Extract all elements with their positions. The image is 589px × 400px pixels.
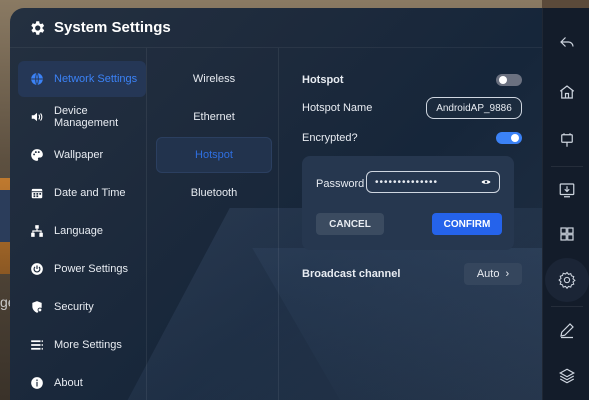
home-button[interactable]: [543, 74, 589, 110]
desktop-background-notch: [542, 0, 589, 8]
back-button[interactable]: [543, 24, 589, 60]
menu-item-security[interactable]: Security: [18, 289, 146, 325]
settings-icon: [557, 271, 576, 289]
menu-item-label: Date and Time: [54, 187, 126, 199]
info-icon: [31, 377, 43, 389]
title-bar: System Settings: [10, 8, 542, 48]
broadcast-channel-label: Broadcast channel: [302, 268, 401, 280]
home-icon: [559, 85, 574, 99]
encrypted-toggle[interactable]: [496, 132, 522, 144]
palette-icon: [31, 149, 43, 161]
hotspot-row: Hotspot: [302, 74, 522, 86]
speaker-icon: [31, 112, 43, 122]
password-value: ••••••••••••••: [375, 176, 439, 188]
menu-item-label: Network Settings: [54, 73, 138, 85]
cancel-button[interactable]: CANCEL: [316, 213, 384, 235]
toolbar-separator: [551, 306, 583, 307]
confirm-button[interactable]: CONFIRM: [432, 213, 502, 235]
settings-button[interactable]: [543, 262, 589, 298]
security-icon: [32, 301, 43, 313]
menu-item-label: Wallpaper: [54, 149, 104, 161]
broadcast-channel-select[interactable]: Auto ›: [464, 263, 522, 285]
settings-window: System Settings Network Settings Device …: [10, 8, 542, 400]
layers-icon: [558, 368, 575, 384]
hotspot-name-row: Hotspot Name AndroidAP_9886: [302, 97, 522, 119]
hotspot-name-label: Hotspot Name: [302, 102, 373, 114]
calendar-icon: [31, 188, 43, 199]
gear-icon: [31, 20, 45, 35]
broadcast-channel-value: Auto: [476, 268, 500, 280]
menu-item-label: About: [54, 377, 83, 389]
settings-menu: Network Settings Device Management Wallp…: [18, 61, 146, 400]
pen-icon: [559, 323, 574, 339]
menu-item-label: Language: [54, 225, 103, 237]
menu-item-device-management[interactable]: Device Management: [18, 99, 146, 135]
tab-wireless[interactable]: Wireless: [156, 61, 272, 97]
window-title: System Settings: [54, 19, 171, 36]
eye-icon[interactable]: [481, 178, 491, 186]
encrypted-label: Encrypted?: [302, 132, 358, 144]
layers-button[interactable]: [543, 358, 589, 394]
apps-button[interactable]: [543, 216, 589, 252]
monitor-icon: [560, 133, 573, 147]
hotspot-name-field[interactable]: AndroidAP_9886: [426, 97, 522, 119]
menu-item-language[interactable]: Language: [18, 213, 146, 249]
toggle-knob: [511, 134, 519, 142]
menu-item-label: More Settings: [54, 339, 122, 351]
menu-item-label: Device Management: [54, 105, 119, 129]
globe-icon: [31, 72, 43, 86]
apps-grid-icon: [559, 227, 574, 241]
tab-bluetooth[interactable]: Bluetooth: [156, 175, 272, 211]
hotspot-heading: Hotspot: [302, 74, 344, 86]
toolbar-separator: [551, 166, 583, 167]
column-divider: [278, 48, 279, 400]
encrypted-row: Encrypted?: [302, 132, 522, 144]
column-divider: [146, 48, 147, 400]
toggle-knob: [499, 76, 507, 84]
chevron-right-icon: ›: [505, 268, 510, 280]
menu-item-wallpaper[interactable]: Wallpaper: [18, 137, 146, 173]
broadcast-channel-row: Broadcast channel Auto ›: [302, 263, 522, 285]
menu-item-more-settings[interactable]: More Settings: [18, 327, 146, 363]
back-icon: [559, 37, 574, 47]
menu-item-label: Power Settings: [54, 263, 128, 275]
menu-item-label: Security: [54, 301, 94, 313]
tab-ethernet[interactable]: Ethernet: [156, 99, 272, 135]
screen-capture-button[interactable]: [543, 172, 589, 208]
list-icon: [31, 339, 43, 351]
monitor-button[interactable]: [543, 122, 589, 158]
network-submenu: Wireless Ethernet Hotspot Bluetooth: [156, 61, 272, 213]
power-icon: [31, 263, 43, 275]
hotspot-toggle[interactable]: [496, 74, 522, 86]
tab-hotspot[interactable]: Hotspot: [156, 137, 272, 173]
password-panel: Password •••••••••••••• CANCEL CONFIRM: [302, 156, 514, 250]
menu-item-date-and-time[interactable]: Date and Time: [18, 175, 146, 211]
language-icon: [31, 225, 43, 237]
menu-item-network-settings[interactable]: Network Settings: [18, 61, 146, 97]
password-field[interactable]: ••••••••••••••: [366, 171, 500, 193]
side-toolbar: [542, 8, 589, 400]
password-label: Password: [316, 178, 365, 190]
pen-button[interactable]: [543, 312, 589, 348]
menu-item-power-settings[interactable]: Power Settings: [18, 251, 146, 287]
menu-item-about[interactable]: About: [18, 365, 146, 400]
download-screen-icon: [559, 183, 574, 198]
